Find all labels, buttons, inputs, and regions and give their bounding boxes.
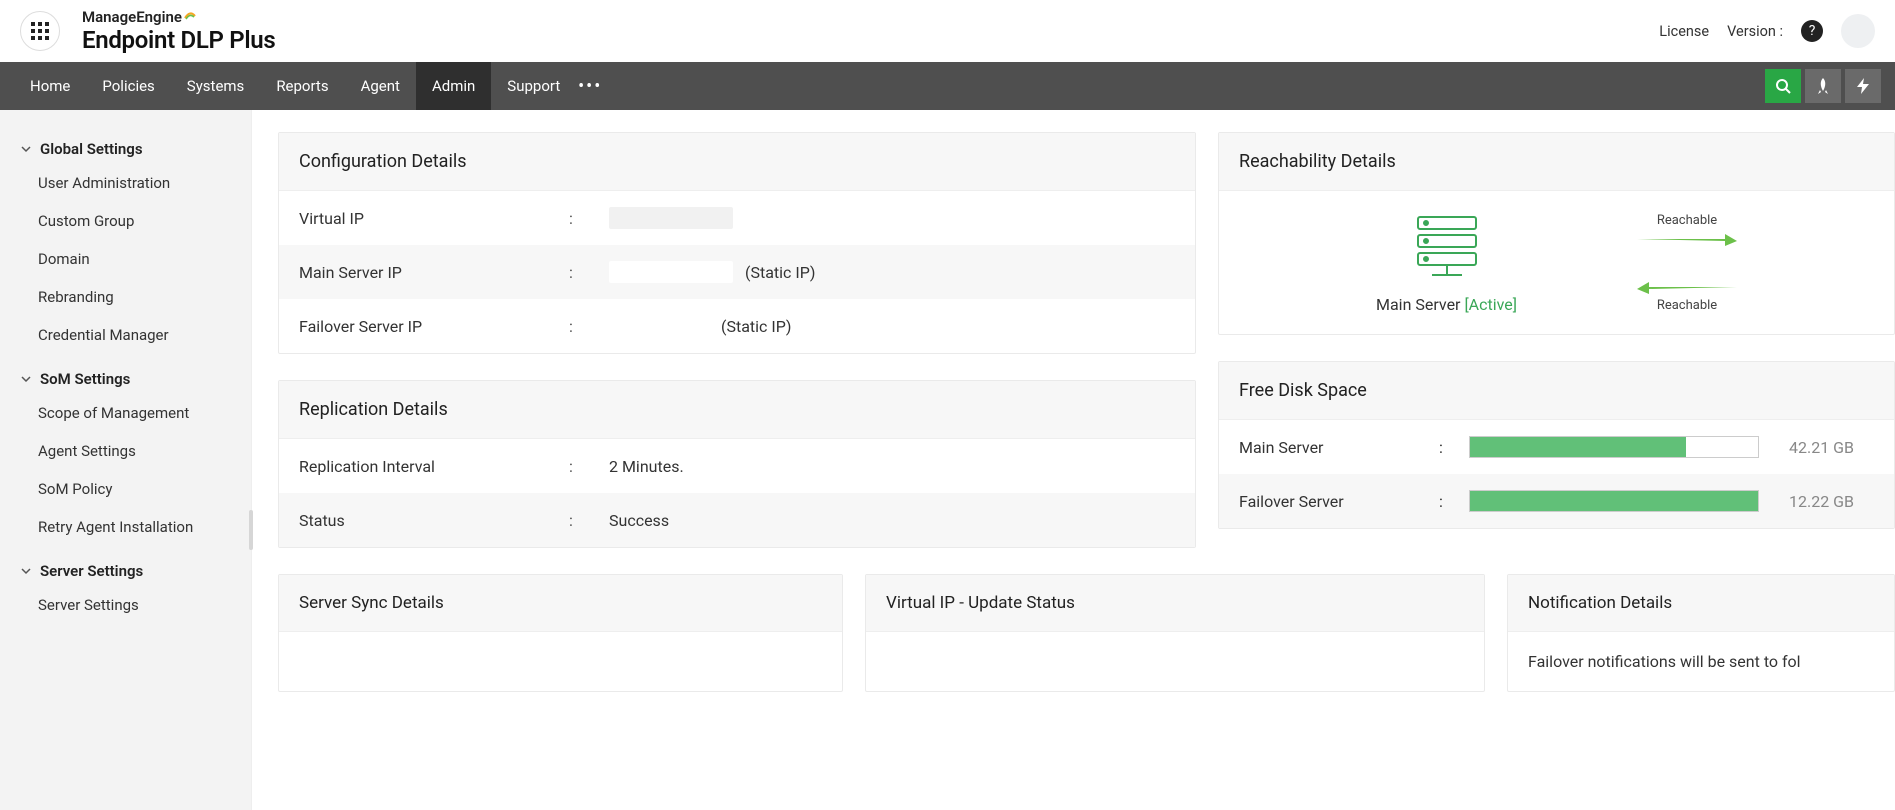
sidebar-item-server-settings[interactable]: Server Settings [20, 586, 231, 624]
replication-interval-label: Replication Interval [299, 457, 569, 476]
card-title: Server Sync Details [279, 575, 842, 632]
brand-main-text: Endpoint DLP Plus [82, 26, 275, 54]
search-icon [1775, 78, 1791, 94]
reachability-details-card: Reachability Details Main Server [Active… [1218, 132, 1895, 335]
reachable-top-label: Reachable [1657, 213, 1717, 228]
notification-details-card: Notification Details Failover notificati… [1507, 574, 1895, 692]
server-sync-details-card: Server Sync Details [278, 574, 843, 692]
nav-item-home[interactable]: Home [14, 62, 86, 110]
sidebar-item-user-administration[interactable]: User Administration [20, 164, 231, 202]
configuration-details-card: Configuration Details Virtual IP : Main … [278, 132, 1196, 354]
main-server-status: [Active] [1464, 295, 1517, 314]
sidebar-item-rebranding[interactable]: Rebranding [20, 278, 231, 316]
disk-failover-value: 12.22 GB [1789, 492, 1854, 511]
nav-rocket-button[interactable] [1805, 69, 1841, 103]
nav-item-agent[interactable]: Agent [345, 62, 416, 110]
colon: : [569, 263, 609, 282]
disk-main-bar [1469, 436, 1759, 458]
nav-item-policies[interactable]: Policies [86, 62, 170, 110]
chevron-down-icon [20, 143, 32, 155]
virtual-ip-label: Virtual IP [299, 209, 569, 228]
rocket-icon [1816, 78, 1830, 94]
license-link[interactable]: License [1659, 23, 1709, 40]
server-icon [1412, 211, 1482, 285]
card-title: Free Disk Space [1219, 362, 1894, 420]
chevron-down-icon [20, 565, 32, 577]
notification-body-text: Failover notifications will be sent to f… [1508, 632, 1894, 691]
sidebar-item-credential-manager[interactable]: Credential Manager [20, 316, 231, 354]
replication-status-label: Status [299, 511, 569, 530]
brand-top-text: ManageEngine [82, 8, 182, 26]
main-server-ip-value [609, 261, 733, 283]
card-title: Replication Details [279, 381, 1195, 439]
colon: : [569, 317, 609, 336]
sidebar-item-custom-group[interactable]: Custom Group [20, 202, 231, 240]
sidebar-item-agent-settings[interactable]: Agent Settings [20, 432, 231, 470]
nav-search-button[interactable] [1765, 69, 1801, 103]
arrow-left-icon [1637, 280, 1737, 294]
disk-main-label: Main Server [1239, 438, 1439, 457]
card-title: Notification Details [1508, 575, 1894, 632]
card-title: Configuration Details [279, 133, 1195, 191]
main-nav: HomePoliciesSystemsReportsAgentAdminSupp… [0, 62, 1895, 110]
colon: : [1439, 438, 1469, 457]
arrow-right-icon [1637, 232, 1737, 246]
sidebar-item-som-policy[interactable]: SoM Policy [20, 470, 231, 508]
sidebar-section-som-settings[interactable]: SoM Settings [20, 364, 231, 394]
main-server-ip-note: (Static IP) [745, 263, 815, 282]
failover-server-ip-label: Failover Server IP [299, 317, 569, 336]
sidebar-resize-handle[interactable] [249, 510, 253, 550]
nav-bolt-button[interactable] [1845, 69, 1881, 103]
failover-server-ip-value [609, 315, 709, 337]
app-grid-button[interactable] [20, 11, 60, 51]
replication-status-value: Success [609, 511, 669, 530]
nav-more-button[interactable]: ••• [576, 76, 604, 97]
chevron-down-icon [20, 373, 32, 385]
free-disk-space-card: Free Disk Space Main Server : 42.21 GB F… [1218, 361, 1895, 529]
colon: : [569, 209, 609, 228]
brand: ManageEngine Endpoint DLP Plus [82, 8, 275, 54]
card-title: Reachability Details [1219, 133, 1894, 191]
failover-server-ip-note: (Static IP) [721, 317, 791, 336]
sidebar-item-retry-agent-installation[interactable]: Retry Agent Installation [20, 508, 231, 546]
disk-main-value: 42.21 GB [1789, 438, 1854, 457]
sidebar-item-scope-of-management[interactable]: Scope of Management [20, 394, 231, 432]
reachable-bottom-label: Reachable [1657, 298, 1717, 313]
virtual-ip-update-status-card: Virtual IP - Update Status [865, 574, 1485, 692]
colon: : [569, 511, 609, 530]
brand-swoosh-icon [183, 8, 197, 26]
grid-icon [31, 22, 49, 40]
sidebar-item-domain[interactable]: Domain [20, 240, 231, 278]
help-icon[interactable]: ? [1801, 20, 1823, 42]
sidebar-section-server-settings[interactable]: Server Settings [20, 556, 231, 586]
main-server-ip-label: Main Server IP [299, 263, 569, 282]
version-link[interactable]: Version : [1727, 23, 1783, 40]
virtual-ip-value [609, 207, 733, 229]
nav-item-systems[interactable]: Systems [171, 62, 261, 110]
card-title: Virtual IP - Update Status [866, 575, 1484, 632]
replication-details-card: Replication Details Replication Interval… [278, 380, 1196, 548]
bolt-icon [1857, 78, 1869, 94]
sidebar: Global SettingsUser AdministrationCustom… [0, 110, 252, 810]
colon: : [1439, 492, 1469, 511]
colon: : [569, 457, 609, 476]
main-server-label: Main Server [1376, 295, 1464, 314]
nav-item-admin[interactable]: Admin [416, 62, 491, 110]
disk-failover-label: Failover Server [1239, 492, 1439, 511]
replication-interval-value: 2 Minutes. [609, 457, 684, 476]
nav-item-reports[interactable]: Reports [260, 62, 344, 110]
disk-failover-bar [1469, 490, 1759, 512]
nav-item-support[interactable]: Support [491, 62, 576, 110]
avatar[interactable] [1841, 14, 1875, 48]
sidebar-section-global-settings[interactable]: Global Settings [20, 134, 231, 164]
